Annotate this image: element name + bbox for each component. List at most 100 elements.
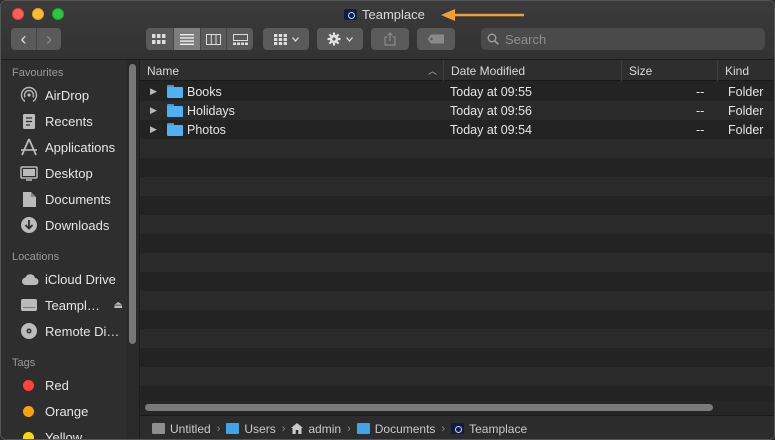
sidebar-item-label: Recents — [45, 113, 93, 129]
tag-dot-icon — [23, 431, 34, 439]
sidebar-item-tag-red[interactable]: Red — [1, 372, 127, 398]
column-header-label: Kind — [725, 63, 750, 78]
empty-row — [140, 158, 774, 177]
gallery-view-button[interactable] — [226, 28, 253, 50]
search-field[interactable] — [481, 28, 765, 50]
table-row[interactable]: ▶ Books Today at 09:55 -- Folder — [140, 82, 774, 101]
path-crumb-label: admin — [308, 421, 342, 436]
documents-icon — [19, 189, 39, 209]
maximize-window-button[interactable] — [52, 8, 64, 20]
table-row[interactable]: ▶ Photos Today at 09:54 -- Folder — [140, 120, 774, 139]
disclosure-triangle-icon[interactable]: ▶ — [150, 82, 157, 101]
sidebar-item-documents[interactable]: Documents — [1, 186, 127, 212]
annotation-arrow-icon — [441, 9, 524, 21]
share-button[interactable] — [371, 28, 409, 50]
empty-row — [140, 253, 774, 272]
applications-icon — [19, 137, 39, 157]
sidebar-item-label: Applications — [45, 139, 116, 155]
sidebar-item-label: Downloads — [45, 217, 110, 233]
file-date: Today at 09:55 — [450, 84, 533, 99]
back-button[interactable]: ‹ — [11, 28, 36, 50]
path-crumb-admin[interactable]: admin — [291, 422, 341, 436]
edit-tags-button[interactable] — [417, 28, 455, 50]
icon-view-button[interactable] — [146, 28, 173, 50]
path-crumb-untitled[interactable]: Untitled — [152, 422, 211, 436]
sidebar-item-recents[interactable]: Recents — [1, 108, 127, 134]
sidebar-item-tag-yellow[interactable]: Yellow — [1, 424, 127, 439]
gallery-icon — [232, 33, 248, 45]
column-header-name[interactable]: Name ︿ — [140, 60, 444, 81]
minimize-window-button[interactable] — [32, 8, 44, 20]
disclosure-triangle-icon[interactable]: ▶ — [150, 120, 157, 139]
tag-dot-icon — [23, 405, 34, 417]
cloud-icon — [19, 269, 39, 289]
sidebar-item-label: Teampl… — [45, 297, 100, 313]
airdrop-icon — [19, 85, 39, 105]
search-input[interactable] — [505, 31, 745, 47]
column-header-date-modified[interactable]: Date Modified — [444, 60, 622, 81]
empty-row — [140, 234, 774, 253]
window-title: Teamplace — [344, 6, 425, 22]
column-header-kind[interactable]: Kind — [718, 60, 774, 81]
empty-row — [140, 139, 774, 158]
disclosure-triangle-icon[interactable]: ▶ — [150, 101, 157, 120]
group-by-button[interactable] — [263, 28, 309, 50]
file-kind: Folder — [728, 103, 764, 118]
path-crumb-label: Teamplace — [469, 421, 528, 436]
empty-row — [140, 215, 774, 234]
path-crumb-users[interactable]: Users — [226, 422, 276, 436]
recents-icon — [19, 111, 39, 131]
column-header-size[interactable]: Size — [622, 60, 718, 81]
file-rows: ▶ Books Today at 09:55 -- Folder ▶ Holid… — [140, 82, 774, 405]
sidebar-scrollbar[interactable] — [127, 60, 139, 439]
sidebar-item-airdrop[interactable]: AirDrop — [1, 82, 127, 108]
column-view-button[interactable] — [199, 28, 227, 50]
column-header-bar: Name ︿ Date Modified Size Kind — [140, 60, 774, 81]
file-kind: Folder — [728, 122, 764, 137]
group-grid-icon — [273, 33, 287, 45]
teamplace-icon — [451, 423, 465, 434]
table-row[interactable]: ▶ Holidays Today at 09:56 -- Folder — [140, 101, 774, 120]
sidebar-item-desktop[interactable]: Desktop — [1, 160, 127, 186]
empty-row — [140, 367, 774, 386]
file-date: Today at 09:56 — [450, 103, 533, 118]
file-kind: Folder — [728, 84, 764, 99]
horizontal-scrollbar[interactable] — [140, 401, 774, 415]
desktop-icon — [19, 163, 39, 183]
horizontal-scroll-thumb[interactable] — [145, 404, 713, 411]
path-separator-icon: › — [216, 422, 221, 435]
list-icon — [179, 33, 194, 45]
sidebar-item-icloud-drive[interactable]: iCloud Drive — [1, 266, 127, 292]
sidebar-scroll-thumb[interactable] — [129, 64, 136, 344]
file-name: Photos — [187, 122, 226, 137]
sidebar-item-downloads[interactable]: Downloads — [1, 212, 127, 238]
empty-row — [140, 272, 774, 291]
chevron-right-icon: › — [46, 29, 52, 49]
path-crumb-documents[interactable]: Documents — [356, 421, 436, 436]
sidebar-header-locations: Locations — [12, 251, 60, 263]
sidebar-item-teamplace-drive[interactable]: Teampl… ⏏ — [1, 292, 127, 318]
file-date: Today at 09:54 — [450, 122, 533, 137]
action-menu-button[interactable] — [317, 28, 363, 50]
title-bar: Teamplace ‹ › — [1, 1, 774, 60]
list-view-button[interactable] — [172, 28, 200, 50]
folder-icon — [167, 104, 183, 117]
path-separator-icon: › — [347, 422, 351, 435]
eject-icon[interactable]: ⏏ — [114, 300, 123, 311]
sidebar-item-applications[interactable]: Applications — [1, 134, 127, 160]
grid-icon — [152, 33, 166, 44]
close-window-button[interactable] — [12, 8, 24, 20]
folder-icon — [167, 85, 183, 98]
drive-icon — [19, 295, 39, 315]
sidebar-item-label: AirDrop — [45, 87, 90, 103]
forward-button[interactable]: › — [36, 28, 61, 50]
file-list: Name ︿ Date Modified Size Kind ▶ Books T… — [140, 60, 774, 439]
sidebar-item-tag-orange[interactable]: Orange — [1, 398, 127, 424]
sidebar-item-remote-disc[interactable]: Remote Di… — [1, 318, 127, 344]
tag-dot-icon — [23, 379, 34, 391]
share-icon — [384, 32, 396, 46]
path-crumb-teamplace[interactable]: Teamplace — [451, 422, 527, 436]
folder-icon — [167, 123, 183, 136]
empty-row — [140, 348, 774, 367]
path-crumb-label: Documents — [374, 421, 436, 436]
